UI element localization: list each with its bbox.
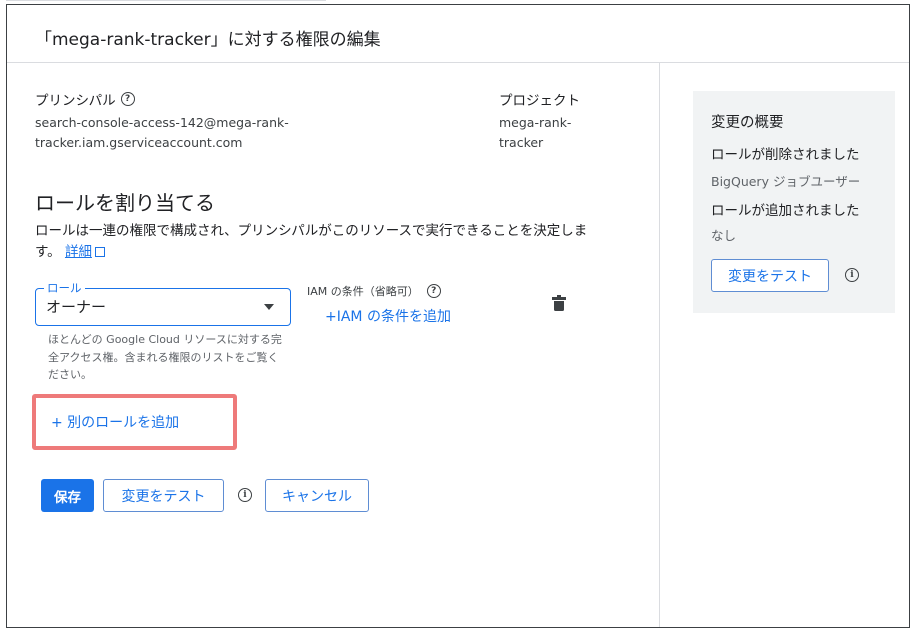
role-select[interactable]: ロール オーナー bbox=[35, 280, 291, 326]
save-button[interactable]: 保存 bbox=[41, 479, 94, 512]
add-another-role-button[interactable]: + 別のロールを追加 bbox=[51, 412, 179, 432]
summary-removed-value: BigQuery ジョブユーザー bbox=[711, 174, 861, 189]
add-iam-condition-button[interactable]: +IAM の条件を追加 bbox=[325, 306, 451, 326]
test-changes-button[interactable]: 変更をテスト bbox=[103, 479, 224, 512]
section-description: ロールは一連の権限で構成され、プリンシパルがこのリソースで実行できることを決定し… bbox=[35, 221, 595, 263]
role-select-value: オーナー bbox=[46, 298, 107, 316]
summary-removed-label: ロールが削除されました bbox=[711, 147, 860, 163]
details-link[interactable]: 詳細 bbox=[65, 244, 92, 260]
summary-added-label: ロールが追加されました bbox=[711, 203, 860, 219]
section-title: ロールを割り当てる bbox=[35, 191, 215, 215]
info-circle-icon[interactable]: i bbox=[238, 488, 252, 502]
role-help-text: ほとんどの Google Cloud リソースに対する完全アクセス権。含まれる権… bbox=[48, 333, 282, 381]
principal-label-row: プリンシパル ? bbox=[35, 89, 135, 109]
panel-divider bbox=[659, 63, 660, 627]
iam-condition-label-row: IAM の条件（省略可） ? bbox=[307, 283, 441, 299]
info-circle-icon[interactable]: i bbox=[845, 268, 859, 282]
project-label: プロジェクト bbox=[499, 93, 580, 109]
iam-condition-label: IAM の条件（省略可） bbox=[307, 285, 419, 298]
trash-icon[interactable] bbox=[552, 295, 566, 311]
help-icon[interactable]: ? bbox=[120, 92, 135, 106]
caret-down-icon[interactable] bbox=[264, 304, 274, 310]
project-value: mega-rank-tracker bbox=[499, 115, 572, 150]
summary-added-value: なし bbox=[711, 228, 737, 243]
edit-permissions-dialog: 「mega-rank-tracker」に対する権限の編集 プリンシパル ? se… bbox=[6, 4, 910, 628]
role-field-label: ロール bbox=[44, 280, 85, 296]
change-summary-panel: 変更の概要 ロールが削除されました BigQuery ジョブユーザー ロールが追… bbox=[693, 91, 895, 313]
summary-title: 変更の概要 bbox=[711, 115, 784, 131]
dialog-title: 「mega-rank-tracker」に対する権限の編集 bbox=[35, 30, 381, 50]
help-icon[interactable]: ? bbox=[426, 284, 441, 298]
principal-value: search-console-access-142@mega-rank-trac… bbox=[35, 115, 289, 150]
open-in-new-icon[interactable] bbox=[94, 247, 105, 257]
cancel-button[interactable]: キャンセル bbox=[265, 479, 369, 512]
title-divider bbox=[7, 62, 909, 63]
summary-test-changes-button[interactable]: 変更をテスト bbox=[711, 259, 829, 292]
principal-label: プリンシパル bbox=[35, 93, 116, 109]
description-text: ロールは一連の権限で構成され、プリンシパルがこのリソースで実行できることを決定し… bbox=[35, 223, 588, 260]
